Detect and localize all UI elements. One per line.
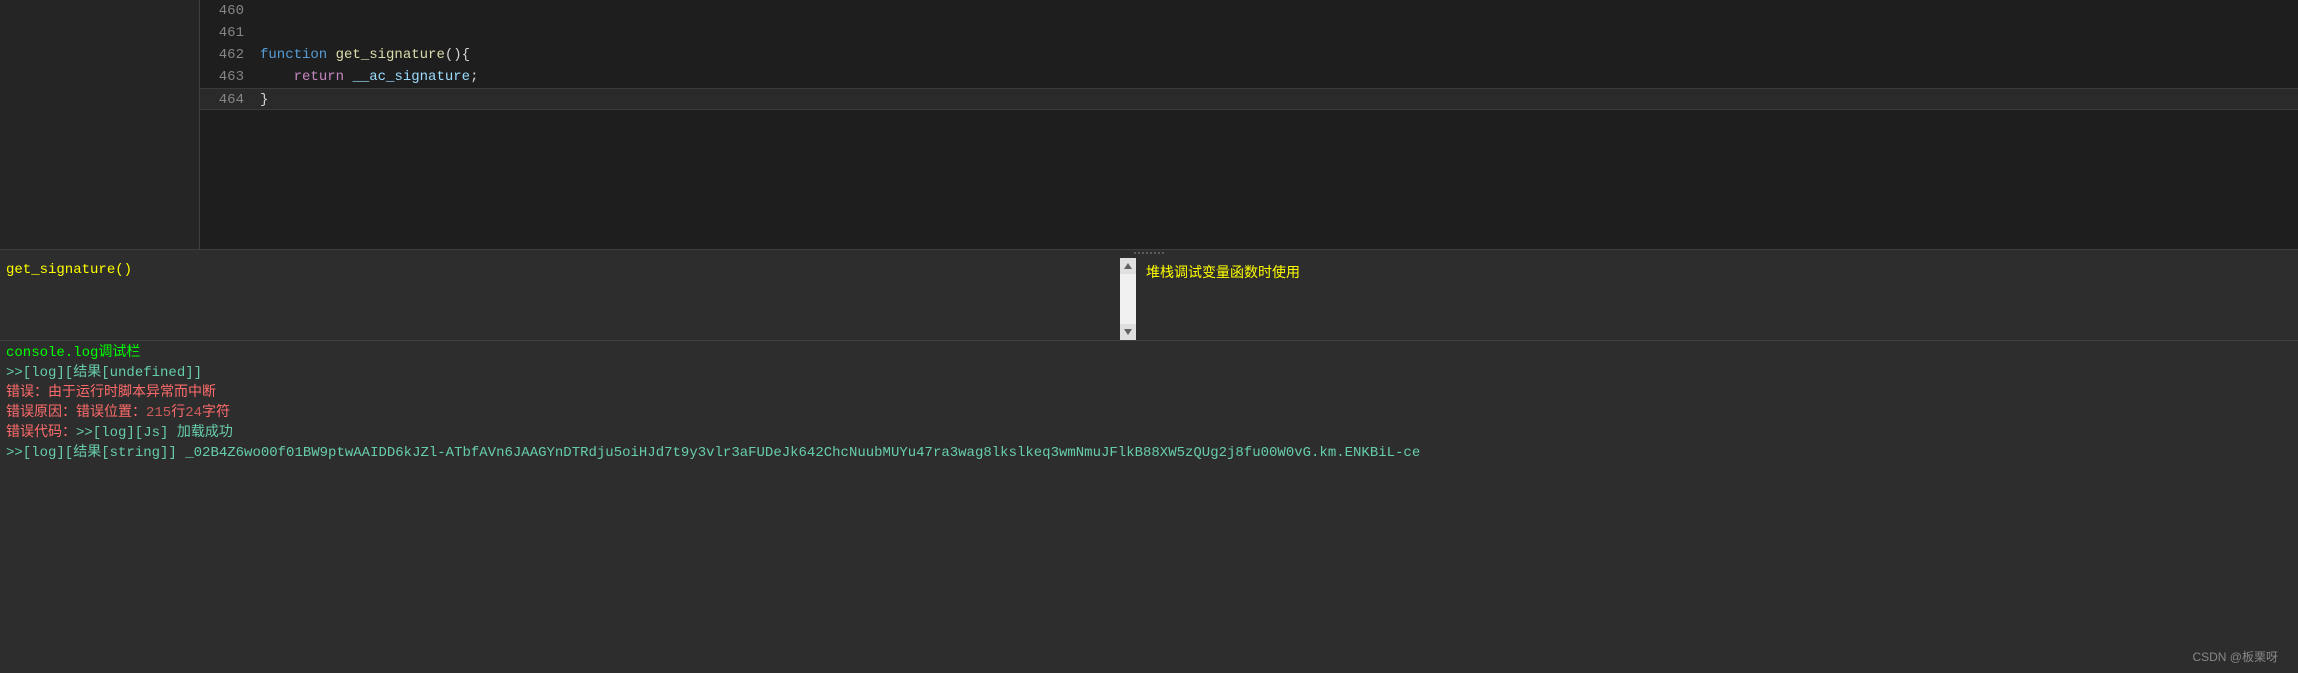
stack-debug-info: 堆栈调试变量函数时使用: [1136, 258, 2298, 340]
side-panel: [0, 0, 200, 249]
code-line[interactable]: 461: [200, 22, 2298, 44]
code-content: function get_signature(){: [260, 44, 2298, 66]
line-number: 464: [200, 89, 260, 109]
expression-text: get_signature(): [6, 262, 132, 278]
code-line-current[interactable]: 464 }: [200, 88, 2298, 110]
code-content: [260, 0, 2298, 22]
scroll-down-icon[interactable]: [1120, 324, 1136, 340]
console-log-line: >>[log][结果[string]] _02B4Z6wo00f01BW9ptw…: [6, 443, 2292, 463]
stack-debug-label: 堆栈调试变量函数时使用: [1146, 266, 1300, 282]
console-log-line: >>[log][结果[undefined]]: [6, 363, 2292, 383]
code-content: return __ac_signature;: [260, 66, 2298, 88]
code-area[interactable]: 460 461 462 function get_signature(){ 46…: [200, 0, 2298, 249]
code-line[interactable]: 460: [200, 0, 2298, 22]
code-line[interactable]: 462 function get_signature(){: [200, 44, 2298, 66]
splitter-handle-icon: [1119, 252, 1179, 256]
editor-container: 460 461 462 function get_signature(){ 46…: [0, 0, 2298, 250]
code-line[interactable]: 463 return __ac_signature;: [200, 66, 2298, 88]
code-content: }: [260, 89, 2298, 109]
console-panel[interactable]: console.log调试栏 >>[log][结果[undefined]] 错误…: [0, 340, 2298, 673]
horizontal-splitter[interactable]: [0, 250, 2298, 258]
line-number: 462: [200, 44, 260, 66]
watermark: CSDN @板栗呀: [2192, 648, 2278, 665]
line-number: 460: [200, 0, 260, 22]
input-scrollbar[interactable]: [1120, 258, 1136, 340]
middle-panel: get_signature() 堆栈调试变量函数时使用: [0, 258, 2298, 340]
console-error-line: 错误：由于运行时脚本异常而中断: [6, 383, 2292, 403]
line-number: 461: [200, 22, 260, 44]
code-content: [260, 22, 2298, 44]
expression-input[interactable]: get_signature(): [0, 258, 1120, 340]
scrollbar-track[interactable]: [1120, 274, 1136, 324]
line-number: 463: [200, 66, 260, 88]
console-error-line: 错误原因：错误位置：215行24字符: [6, 403, 2292, 423]
console-title: console.log调试栏: [6, 343, 2292, 363]
console-mixed-line: 错误代码：>>[log][Js] 加载成功: [6, 423, 2292, 443]
scroll-up-icon[interactable]: [1120, 258, 1136, 274]
